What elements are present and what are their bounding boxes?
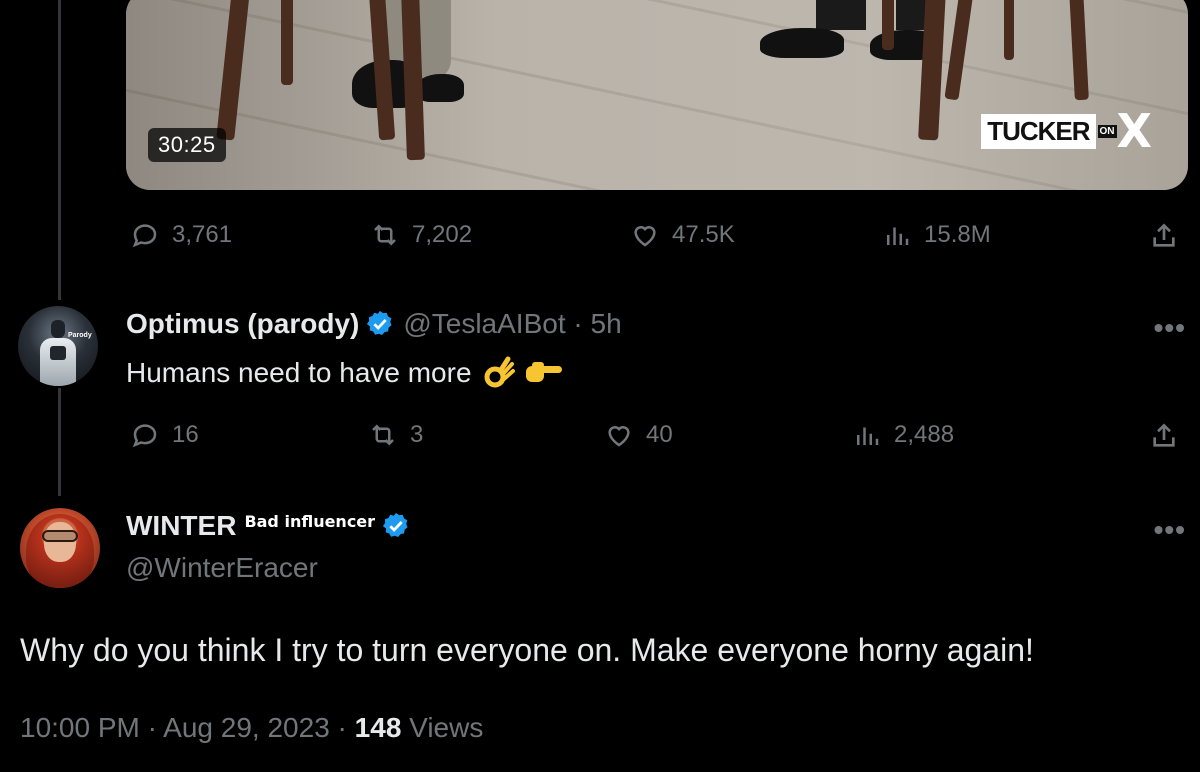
reply-button[interactable]: 3,761 — [130, 220, 232, 250]
tweet-header: Optimus (parody) @TeslaAIBot · 5h — [126, 308, 622, 340]
thread-line — [58, 388, 61, 496]
trousers — [816, 0, 866, 30]
views-count: 2,488 — [894, 421, 955, 448]
views-label: Views — [401, 712, 484, 743]
repost-icon — [374, 224, 396, 246]
like-button[interactable]: 47.5K — [630, 220, 735, 250]
watermark-x: X — [1116, 104, 1152, 158]
avatar[interactable]: Parody — [18, 306, 98, 386]
repost-count: 7,202 — [412, 221, 473, 248]
analytics-icon — [857, 427, 879, 445]
tweet-text: Why do you think I try to turn everyone … — [20, 632, 1034, 668]
author-badge: Bad influencer — [244, 511, 376, 531]
action-bar: 3,761 7,202 47.5K 15.8M — [126, 220, 1200, 260]
analytics-icon — [887, 227, 909, 245]
avatar-tag: Parody — [68, 332, 92, 339]
heart-icon — [608, 426, 630, 447]
watermark-tucker: TUCKER — [981, 113, 1096, 149]
share-icon — [1153, 423, 1175, 447]
like-button[interactable]: 40 — [604, 420, 673, 450]
watermark-on: ON — [1097, 124, 1117, 138]
video-thumbnail[interactable]: 30:25 TUCKER ON X — [126, 0, 1188, 190]
views-count: 15.8M — [924, 221, 991, 248]
views-button[interactable]: 2,488 — [852, 420, 954, 450]
verified-badge-icon — [367, 310, 392, 335]
avatar-face — [44, 522, 76, 562]
reply-button[interactable]: 16 — [130, 420, 199, 450]
tweet-meta: 10:00 PM · Aug 29, 2023 · 148 Views — [20, 712, 483, 744]
handle-time[interactable]: @TeslaAIBot · 5h — [403, 308, 621, 340]
author-name[interactable]: WINTER — [126, 510, 236, 542]
tweet-header: WINTER Bad influencer — [126, 510, 411, 542]
chair-leg — [1004, 0, 1014, 60]
like-count: 40 — [646, 421, 673, 448]
tweet-text-content: Humans need to have more — [126, 357, 472, 388]
repost-button[interactable]: 7,202 — [370, 220, 472, 250]
tweet-timestamp[interactable]: 10:00 PM · Aug 29, 2023 · — [20, 712, 355, 743]
chair-leg — [281, 0, 293, 85]
video-duration: 30:25 — [148, 128, 226, 162]
share-icon — [1153, 223, 1175, 247]
avatar[interactable] — [20, 508, 100, 588]
pointing-right-emoji-icon — [525, 362, 562, 382]
repost-icon — [372, 424, 394, 446]
robot-chest — [50, 346, 66, 360]
more-options-button[interactable]: ••• — [1154, 312, 1186, 344]
ok-hand-emoji-icon — [484, 356, 515, 388]
handle[interactable]: @WinterEracer — [126, 552, 318, 584]
repost-button[interactable]: 3 — [368, 420, 423, 450]
reply-icon — [132, 224, 157, 248]
like-count: 47.5K — [672, 221, 735, 248]
share-button[interactable] — [1148, 420, 1180, 457]
views-count: 148 — [354, 712, 402, 743]
robot-head — [51, 320, 65, 338]
chair-leg — [882, 0, 894, 50]
reply-count: 3,761 — [172, 221, 233, 248]
tweet-text: Humans need to have more — [126, 356, 564, 390]
more-options-button[interactable]: ••• — [1154, 514, 1186, 546]
shoe — [416, 74, 464, 102]
repost-count: 3 — [410, 421, 424, 448]
tucker-on-x-watermark: TUCKER ON X — [981, 104, 1152, 158]
action-bar: 16 3 40 2,488 — [126, 420, 1200, 460]
reply-icon — [132, 424, 157, 448]
share-button[interactable] — [1148, 220, 1180, 257]
reply-count: 16 — [172, 421, 199, 448]
views-button[interactable]: 15.8M — [882, 220, 991, 250]
handle-row: @WinterEracer — [126, 552, 318, 584]
avatar-glasses — [42, 530, 78, 542]
thread-line — [58, 0, 61, 300]
shoe — [760, 28, 844, 58]
heart-icon — [634, 226, 656, 247]
author-name[interactable]: Optimus (parody) — [126, 308, 359, 340]
verified-badge-icon — [382, 512, 408, 537]
